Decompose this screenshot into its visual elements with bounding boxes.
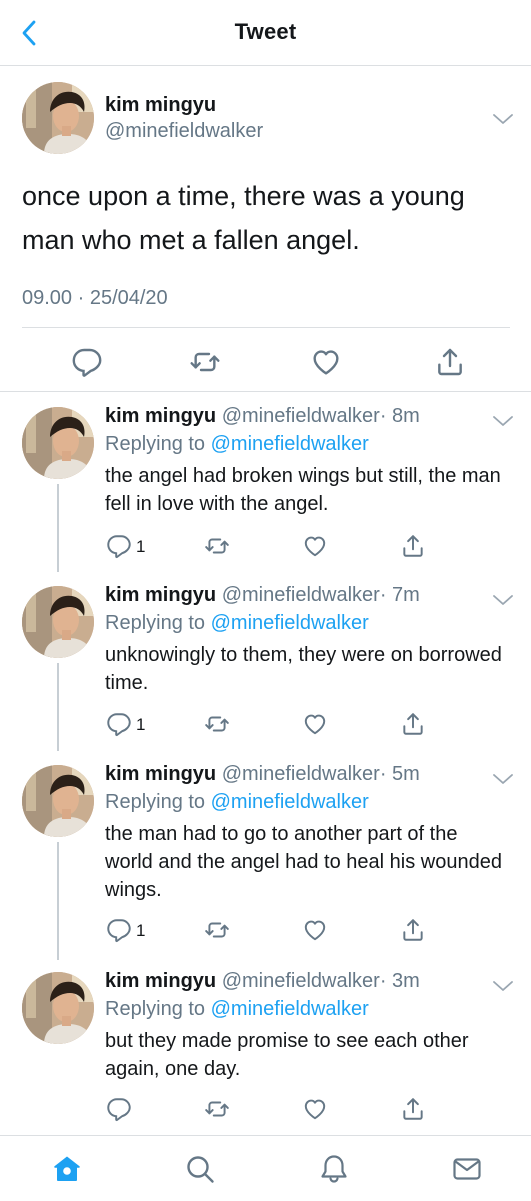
avatar[interactable] <box>22 972 94 1044</box>
chevron-down-icon[interactable] <box>492 772 514 786</box>
reply-tweet[interactable]: kim mingyu @minefieldwalker· 8m Replying… <box>0 392 531 572</box>
reply-text: but they made promise to see each other … <box>105 1030 469 1080</box>
reply-header: kim mingyu @minefieldwalker· 8m <box>105 405 420 428</box>
reply-icon[interactable] <box>106 711 132 737</box>
home-icon[interactable] <box>51 1153 83 1185</box>
author-handle[interactable]: @minefieldwalker <box>222 584 380 606</box>
like-icon[interactable] <box>302 917 328 943</box>
author-name[interactable]: kim mingyu <box>105 763 216 785</box>
retweet-icon[interactable] <box>204 1096 230 1122</box>
replying-to-link[interactable]: @minefieldwalker <box>211 791 369 813</box>
avatar[interactable] <box>22 765 94 837</box>
top-bar: Tweet <box>0 0 531 66</box>
retweet-icon[interactable] <box>204 917 230 943</box>
divider <box>22 327 510 328</box>
thread-line <box>57 842 59 960</box>
reply-header: kim mingyu @minefieldwalker· 5m <box>105 763 420 786</box>
chevron-down-icon[interactable] <box>492 979 514 993</box>
reply-count: 1 <box>136 537 146 556</box>
reply-time: · 5m <box>379 763 420 785</box>
replying-to: Replying to @minefieldwalker <box>105 433 369 456</box>
like-icon[interactable] <box>310 346 342 378</box>
replying-to-link[interactable]: @minefieldwalker <box>211 433 369 455</box>
author-name[interactable]: kim mingyu <box>105 970 216 992</box>
replying-to: Replying to @minefieldwalker <box>105 998 369 1021</box>
author-handle[interactable]: @minefieldwalker <box>105 120 263 143</box>
thread-line <box>57 663 59 751</box>
page-title: Tweet <box>234 19 297 44</box>
avatar[interactable] <box>22 586 94 658</box>
chevron-down-icon[interactable] <box>492 593 514 607</box>
share-icon[interactable] <box>400 533 426 559</box>
reply-icon[interactable] <box>71 346 103 378</box>
reply-time: · 3m <box>379 970 420 992</box>
reply-text: the angel had broken wings but still, th… <box>105 465 501 515</box>
share-icon[interactable] <box>400 917 426 943</box>
author-handle[interactable]: @minefieldwalker <box>222 405 380 427</box>
chevron-down-icon[interactable] <box>492 112 514 126</box>
share-icon[interactable] <box>400 711 426 737</box>
replying-label: Replying to <box>105 998 211 1020</box>
reply-icon[interactable] <box>106 917 132 943</box>
author-name[interactable]: kim mingyu <box>105 405 216 427</box>
replying-label: Replying to <box>105 791 211 813</box>
avatar[interactable] <box>22 82 94 154</box>
reply-tweet[interactable]: kim mingyu @minefieldwalker· 5m Replying… <box>0 750 531 960</box>
avatar[interactable] <box>22 407 94 479</box>
retweet-icon[interactable] <box>189 346 221 378</box>
reply-text: the man had to go to another part of the… <box>105 823 502 901</box>
like-icon[interactable] <box>302 711 328 737</box>
notifications-icon[interactable] <box>318 1153 350 1185</box>
tweet-timestamp: 09.00 · 25/04/20 <box>22 287 168 309</box>
like-icon[interactable] <box>302 1096 328 1122</box>
share-icon[interactable] <box>434 346 466 378</box>
bottom-nav <box>0 1135 531 1201</box>
reply-tweet[interactable]: kim mingyu @minefieldwalker· 3m Replying… <box>0 957 531 1135</box>
reply-count: 1 <box>136 715 146 734</box>
reply-time: · 7m <box>379 584 420 606</box>
retweet-icon[interactable] <box>204 533 230 559</box>
reply-text: unknowingly to them, they were on borrow… <box>105 644 502 694</box>
author-name[interactable]: kim mingyu <box>105 94 216 117</box>
reply-tweet[interactable]: kim mingyu @minefieldwalker· 7m Replying… <box>0 571 531 751</box>
replying-to: Replying to @minefieldwalker <box>105 791 369 814</box>
replying-label: Replying to <box>105 433 211 455</box>
reply-icon[interactable] <box>106 1096 132 1122</box>
thread-line <box>57 484 59 572</box>
reply-count: 1 <box>136 921 146 940</box>
author-handle[interactable]: @minefieldwalker <box>222 970 380 992</box>
replying-to-link[interactable]: @minefieldwalker <box>211 612 369 634</box>
share-icon[interactable] <box>400 1096 426 1122</box>
author-handle[interactable]: @minefieldwalker <box>222 763 380 785</box>
tweet-text: once upon a time, there was a young man … <box>22 181 465 255</box>
search-icon[interactable] <box>184 1153 216 1185</box>
chevron-down-icon[interactable] <box>492 414 514 428</box>
like-icon[interactable] <box>302 533 328 559</box>
retweet-icon[interactable] <box>204 711 230 737</box>
main-tweet: kim mingyu @minefieldwalker once upon a … <box>0 66 531 392</box>
replying-to: Replying to @minefieldwalker <box>105 612 369 635</box>
replying-label: Replying to <box>105 612 211 634</box>
reply-icon[interactable] <box>106 533 132 559</box>
reply-header: kim mingyu @minefieldwalker· 3m <box>105 970 420 993</box>
messages-icon[interactable] <box>451 1153 483 1185</box>
reply-time: · 8m <box>379 405 420 427</box>
author-name[interactable]: kim mingyu <box>105 584 216 606</box>
reply-header: kim mingyu @minefieldwalker· 7m <box>105 584 420 607</box>
replying-to-link[interactable]: @minefieldwalker <box>211 998 369 1020</box>
